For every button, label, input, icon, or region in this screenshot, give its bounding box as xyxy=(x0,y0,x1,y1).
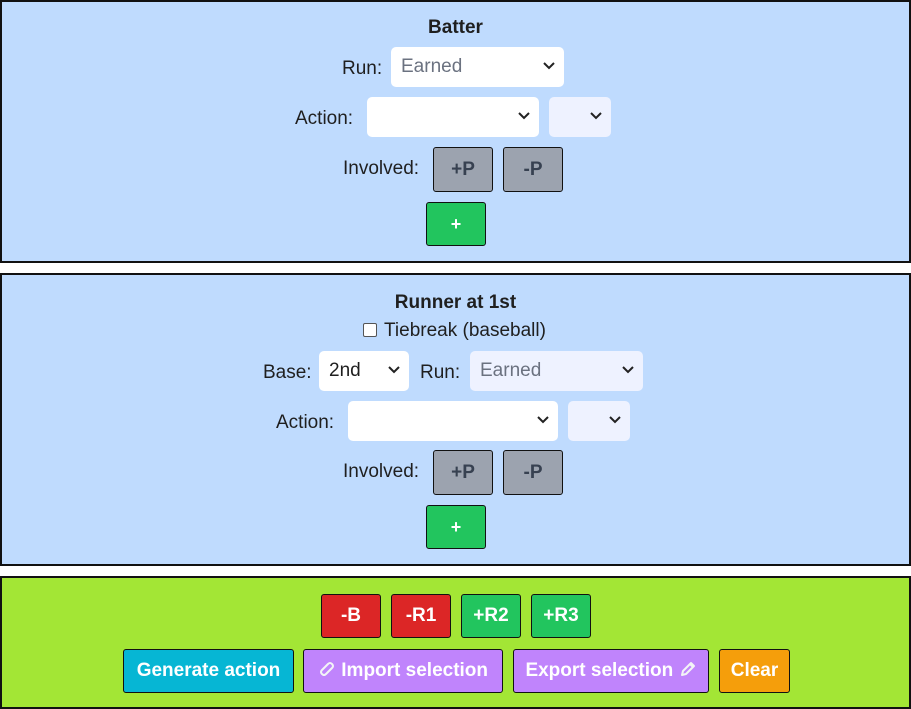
pencil-icon xyxy=(680,662,695,676)
batter-remove-player-button[interactable]: -P xyxy=(503,147,563,192)
runner-base-label: Base: xyxy=(263,362,312,383)
tiebreak-checkbox[interactable] xyxy=(363,323,377,337)
chevron-down-icon xyxy=(518,112,530,120)
runner-panel: Runner at 1st Tiebreak (baseball) Base: … xyxy=(0,273,911,566)
add-runner3-button[interactable]: +R3 xyxy=(531,594,591,638)
runner-action-select[interactable] xyxy=(348,401,558,441)
runner-involved-label: Involved: xyxy=(343,461,420,482)
remove-batter-button[interactable]: -B xyxy=(321,594,381,638)
export-selection-label: Export selection xyxy=(525,660,674,681)
runner-run-value: Earned xyxy=(480,360,542,381)
chevron-down-icon xyxy=(609,416,621,424)
runner-base-value: 2nd xyxy=(329,360,361,381)
runner-remove-player-button[interactable]: -P xyxy=(503,450,563,495)
chevron-down-icon xyxy=(543,62,555,70)
chevron-down-icon xyxy=(537,416,549,424)
runner-action-modifier-select[interactable] xyxy=(568,401,630,441)
batter-run-select[interactable]: Earned xyxy=(391,47,564,87)
actions-panel: -B -R1 +R2 +R3 Generate action Import se… xyxy=(0,576,911,709)
runner-title: Runner at 1st xyxy=(394,292,517,313)
batter-action-select[interactable] xyxy=(367,97,539,137)
remove-runner1-button[interactable]: -R1 xyxy=(391,594,451,638)
export-selection-button[interactable]: Export selection xyxy=(513,649,709,693)
batter-panel: Batter Run: Earned Action: Involved: +P … xyxy=(0,0,911,263)
add-runner2-button[interactable]: +R2 xyxy=(461,594,521,638)
paperclip-icon xyxy=(319,662,334,676)
runner-base-select[interactable]: 2nd xyxy=(319,351,409,391)
batter-add-action-button[interactable]: + xyxy=(426,202,486,246)
runner-add-action-button[interactable]: + xyxy=(426,505,486,549)
clear-button[interactable]: Clear xyxy=(719,649,790,693)
batter-involved-label: Involved: xyxy=(343,158,420,179)
batter-action-label: Action: xyxy=(295,108,354,129)
import-selection-label: Import selection xyxy=(341,660,489,681)
generate-action-button[interactable]: Generate action xyxy=(123,649,294,693)
runner-action-label: Action: xyxy=(276,412,335,433)
runner-run-label: Run: xyxy=(420,362,461,383)
batter-run-value: Earned xyxy=(401,56,463,77)
runner-run-select[interactable]: Earned xyxy=(470,351,643,391)
tiebreak-label: Tiebreak (baseball) xyxy=(384,320,546,341)
import-selection-button[interactable]: Import selection xyxy=(303,649,503,693)
chevron-down-icon xyxy=(590,112,602,120)
batter-run-label: Run: xyxy=(342,58,383,79)
batter-add-player-button[interactable]: +P xyxy=(433,147,493,192)
chevron-down-icon xyxy=(388,366,400,374)
batter-action-modifier-select[interactable] xyxy=(549,97,611,137)
chevron-down-icon xyxy=(622,366,634,374)
batter-title: Batter xyxy=(428,17,483,38)
runner-add-player-button[interactable]: +P xyxy=(433,450,493,495)
